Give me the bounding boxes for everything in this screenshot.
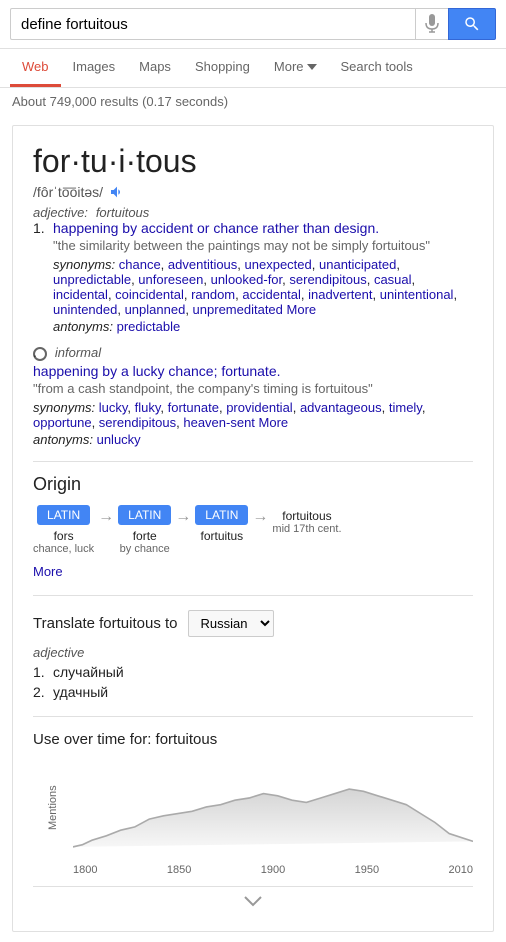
results-info: About 749,000 results (0.17 seconds) [0,88,506,115]
chart-container: Mentions [33,758,473,858]
etymology-chain: LATIN fors chance, luck → LATIN forte by… [33,505,473,555]
expand-icon [243,895,263,907]
search-bar: define fortuitous [0,0,506,49]
etym-word-3: fortuitus [201,529,244,543]
x-label-1950: 1950 [355,864,379,876]
usage-title: Use over time for: fortuitous [33,731,473,748]
ant-line-2: antonyms: unlucky [33,432,473,447]
translate-label: Translate fortuitous to [33,615,178,632]
search-input[interactable]: define fortuitous [10,8,415,40]
etym-step-3: LATIN fortuitus [195,505,248,543]
tab-images[interactable]: Images [61,49,128,87]
translate-list: случайный удачный [33,664,473,700]
etym-badge-3: LATIN [195,505,248,525]
tab-shopping[interactable]: Shopping [183,49,262,87]
x-label-1800: 1800 [73,864,97,876]
tab-web[interactable]: Web [10,49,61,87]
def-text-2: happening by a lucky chance; fortunate. [33,363,473,379]
translation-item-2: удачный [33,684,473,700]
chart-area [73,758,473,858]
origin-title: Origin [33,474,473,495]
origin-more-link[interactable]: More [33,564,63,579]
translate-header: Translate fortuitous to Russian Spanish … [33,610,473,637]
etym-arrow-2: → [171,508,195,526]
nav-tabs: Web Images Maps Shopping More Search too… [0,49,506,88]
translation-item-1: случайный [33,664,473,680]
etym-meaning-1: chance, luck [33,543,94,555]
def-example-1: the similarity between the paintings may… [53,238,473,253]
tab-more[interactable]: More [262,49,329,87]
def-example-2: from a cash standpoint, the company's ti… [33,381,473,396]
etym-meaning-2: by chance [120,543,170,555]
search-button[interactable] [448,8,496,40]
origin-section: Origin LATIN fors chance, luck → LATIN f… [33,461,473,579]
chart-x-labels: 1800 1850 1900 1950 2010 [73,862,473,876]
etym-word-4: fortuitous [282,509,331,523]
tab-maps[interactable]: Maps [127,49,183,87]
def-text-1: happening by accident or chance rather t… [53,220,473,236]
mic-button[interactable] [415,8,448,40]
etym-word-1: fors [54,529,74,543]
etym-step-2: LATIN forte by chance [118,505,171,555]
etym-step-4: fortuitous mid 17th cent. [272,505,341,535]
synonyms-more-2[interactable]: More [259,415,289,430]
bottom-arrow[interactable] [33,886,473,915]
etym-badge-1: LATIN [37,505,90,525]
pronunciation: /fôrˈto͞oitəs/ [33,184,473,200]
etym-badge-2: LATIN [118,505,171,525]
speaker-icon[interactable] [109,184,125,200]
etym-arrow-3: → [248,508,272,526]
x-label-1850: 1850 [167,864,191,876]
translate-pos: adjective [33,645,473,660]
bullet-icon [33,347,47,361]
etym-step-1: LATIN fors chance, luck [33,505,94,555]
search-icon [463,15,481,33]
dictionary-card: for·tu·i·tous /fôrˈto͞oitəs/ adjective: … [12,125,494,932]
synonyms-more-1[interactable]: More [287,302,317,317]
tab-search-tools[interactable]: Search tools [329,49,425,87]
etym-word-2: forte [133,529,157,543]
definition-list: happening by accident or chance rather t… [33,220,473,446]
chart-line [73,789,473,847]
syn-line-2: synonyms: lucky, fluky, fortunate, provi… [33,400,473,430]
syn-line-1: synonyms: chance, adventitious, unexpect… [53,257,473,317]
x-label-2010: 2010 [449,864,473,876]
word-title: for·tu·i·tous [33,142,473,180]
definition-item-2: informal happening by a lucky chance; fo… [33,344,473,446]
ant-line-1: antonyms: predictable [53,319,473,334]
translate-language-select[interactable]: Russian Spanish French German Chinese [188,610,274,637]
definition-item-1: happening by accident or chance rather t… [33,220,473,334]
etym-arrow-1: → [94,508,118,526]
etym-meaning-4: mid 17th cent. [272,523,341,535]
translate-section: Translate fortuitous to Russian Spanish … [33,595,473,700]
pos-label: adjective: fortuitous [33,204,473,220]
usage-chart [73,758,473,858]
x-label-1900: 1900 [261,864,285,876]
chevron-down-icon [307,64,317,70]
mic-icon [424,14,440,34]
chart-y-label: Mentions [33,758,73,858]
usage-section: Use over time for: fortuitous Mentions 1… [33,716,473,876]
